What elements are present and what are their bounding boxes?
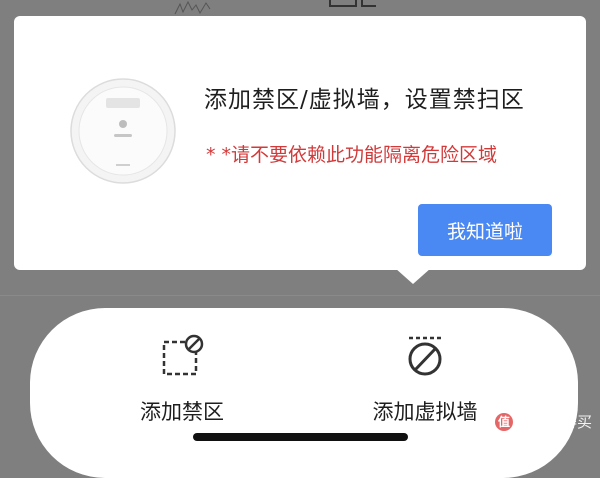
watermark-text: 什么值得买 (516, 413, 592, 431)
virtual-wall-icon (408, 336, 442, 376)
popup-title: 添加禁区/虚拟墙，设置禁扫区 (204, 87, 525, 113)
virtual-wall-tip-popup: 添加禁区/虚拟墙，设置禁扫区 * *请不要依赖此功能隔离危险区域 我知道啦 (14, 16, 586, 270)
no-go-zone-icon (162, 334, 204, 376)
popup-pointer-arrow (395, 268, 431, 284)
add-virtual-wall-button[interactable]: 添加虚拟墙 (350, 308, 500, 426)
edit-tools-panel: 添加禁区 添加虚拟墙 (30, 308, 578, 478)
got-it-button[interactable]: 我知道啦 (418, 204, 552, 256)
watermark-logo-icon: 值 (494, 412, 513, 431)
robot-vacuum-image (70, 78, 176, 184)
add-virtual-wall-label: 添加虚拟墙 (372, 400, 478, 424)
add-no-go-zone-button[interactable]: 添加禁区 (122, 308, 242, 426)
add-no-go-zone-label: 添加禁区 (140, 400, 224, 424)
watermark: 值 什么值得买 (494, 411, 592, 432)
panel-divider (0, 295, 600, 296)
danger-warning-text: * *请不要依赖此功能隔离危险区域 (206, 144, 498, 166)
